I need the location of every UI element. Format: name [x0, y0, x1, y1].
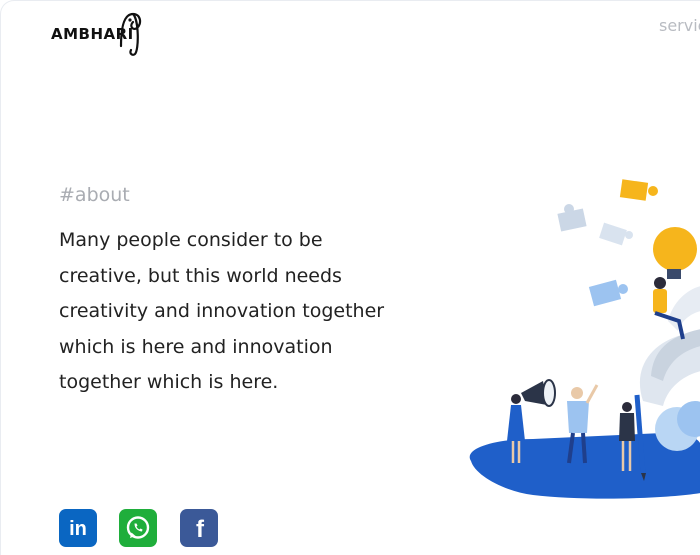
- section-tag: #about: [59, 184, 130, 206]
- facebook-icon: f: [196, 516, 205, 543]
- about-line: together which is here.: [59, 371, 279, 393]
- about-line: creativity and innovation together: [59, 300, 385, 322]
- linkedin-icon: in: [69, 518, 87, 540]
- brand-logo[interactable]: AMBHARI: [51, 6, 142, 56]
- linkedin-label: in: [69, 518, 87, 540]
- facebook-button[interactable]: f: [180, 509, 218, 547]
- page-frame: AMBHARI servic #about Many people consid…: [0, 0, 700, 555]
- linkedin-button[interactable]: in: [59, 509, 97, 547]
- facebook-label: f: [196, 516, 205, 543]
- about-paragraph: Many people consider to be creative, but…: [59, 223, 439, 401]
- team-creativity-illustration: [469, 179, 700, 499]
- about-line: which is here and innovation: [59, 335, 333, 358]
- nav-link-services[interactable]: servic: [659, 16, 700, 35]
- whatsapp-icon: [126, 516, 150, 539]
- whatsapp-button[interactable]: [119, 509, 157, 547]
- about-line: Many people consider to be: [59, 229, 323, 251]
- elephant-trunk-icon: [119, 12, 142, 56]
- puzzle-piece-icon: [619, 179, 658, 201]
- about-line: creative, but this world needs: [59, 264, 342, 287]
